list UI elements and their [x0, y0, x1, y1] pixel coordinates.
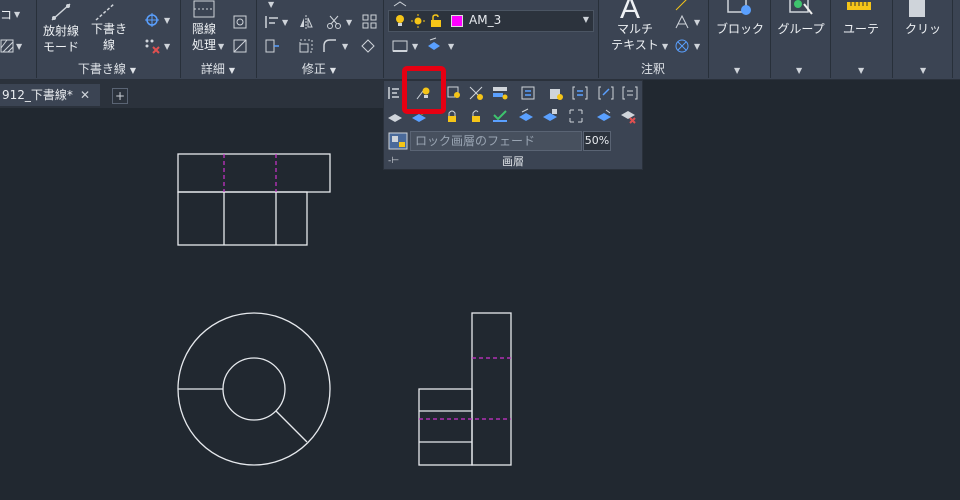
stretch-icon[interactable] [264, 38, 280, 54]
chevron-down-icon: ▼ [329, 66, 337, 75]
chevron-down-icon[interactable]: ▼ [346, 18, 352, 27]
current-layer-name: AM_3 [469, 13, 502, 27]
chevron-down-icon[interactable]: ▼ [412, 42, 418, 51]
detail-view-icon[interactable] [232, 14, 248, 30]
trim-icon[interactable] [326, 14, 342, 30]
leader-icon[interactable] [674, 0, 690, 12]
layer-tool-icon[interactable] [392, 0, 408, 10]
clipboard-icon [909, 0, 925, 17]
delete-points-icon[interactable] [144, 38, 160, 54]
layer-color-swatch [451, 15, 463, 27]
document-tab-label: 912_下書線* [2, 88, 73, 102]
chevron-down-icon[interactable]: ▼ [164, 42, 170, 51]
layer-dropdown[interactable]: AM_3 ▼ [388, 10, 594, 32]
chevron-down-icon[interactable]: ▼ [282, 18, 288, 27]
hidden-lines [223, 154, 511, 420]
multi-label: マルチ [616, 22, 653, 36]
chevron-down-icon[interactable]: ▼ [268, 0, 274, 9]
snowflake-icon[interactable] [144, 12, 160, 28]
lightbulb-icon [396, 15, 404, 26]
section-view-icon[interactable] [232, 38, 248, 54]
drawing-canvas[interactable] [0, 108, 960, 500]
draft-line-icon [95, 3, 115, 21]
radial-line-icon [51, 3, 71, 21]
layer-change-icon[interactable] [598, 85, 614, 101]
annotation-panel-title: 注釈 [598, 60, 708, 78]
layer-states-icon[interactable] [492, 85, 508, 101]
align-icon[interactable] [264, 14, 280, 30]
document-tab[interactable]: 912_下書線* ✕ [0, 84, 100, 106]
draft-label-line2: 線 [102, 38, 115, 52]
unlock-icon [431, 14, 441, 27]
new-tab-button[interactable]: + [112, 88, 128, 104]
block-button[interactable]: ブロック [712, 22, 768, 37]
balloon-icon[interactable] [674, 38, 690, 54]
block-icon [727, 0, 751, 15]
chevron-down-icon: ▼ [582, 15, 589, 24]
sun-icon [411, 14, 425, 28]
close-icon[interactable]: ✕ [80, 84, 90, 106]
top-view-lower [177, 191, 308, 246]
layer-match-icon[interactable] [426, 36, 442, 52]
annotation-panel-label: 注釈 [640, 62, 665, 76]
layer-delete-icon[interactable] [622, 85, 638, 101]
array-icon[interactable] [362, 14, 378, 30]
chevron-down-icon[interactable]: ▼ [858, 66, 864, 75]
fillet-icon[interactable] [322, 38, 338, 54]
hidden-line-label: 隠線 [191, 22, 216, 36]
highlight-box [402, 66, 446, 114]
layer-isolate-icon[interactable] [387, 85, 403, 101]
modify-panel-title[interactable]: 修正 ▼ [256, 60, 382, 78]
side-view-base [418, 388, 473, 466]
layer-off-icon[interactable] [446, 85, 462, 101]
explode-icon[interactable] [360, 38, 376, 54]
ribbon: コ ▼ ▼ 放射線 モード 下書き 線 ▼ ▼ 下書き線 ▼ 隠線 処理 ▼ 詳細… [0, 0, 960, 80]
chevron-down-icon[interactable]: ▼ [16, 42, 22, 51]
draft-panel-title[interactable]: 下書き線 ▼ [36, 60, 178, 78]
chevron-down-icon[interactable]: ▼ [218, 42, 224, 51]
top-view-outline [177, 153, 331, 193]
mode-label: モード [42, 40, 79, 54]
detail-panel-title[interactable]: 詳細 ▼ [180, 60, 256, 78]
chevron-down-icon[interactable]: ▼ [694, 18, 700, 27]
draft-label-line1: 下書き [90, 22, 127, 36]
detail-panel-label: 詳細 [200, 62, 225, 76]
group-icon [789, 0, 813, 15]
chevron-down-icon: ▼ [129, 66, 137, 75]
text-label: テキスト [611, 38, 659, 52]
front-view-inner-circle [222, 357, 286, 421]
draft-panel-label: 下書き線 [77, 62, 126, 76]
group-button[interactable]: グループ [772, 22, 830, 37]
chevron-down-icon[interactable]: ▼ [448, 42, 454, 51]
clipped-panel-label: コ [0, 8, 13, 22]
layer-previous-icon[interactable] [572, 85, 588, 101]
measure-icon [847, 2, 871, 10]
radial-line-label: 放射線 [42, 24, 79, 38]
chevron-down-icon[interactable]: ▼ [14, 10, 20, 19]
clipboard-button[interactable]: クリッ [894, 22, 952, 37]
layer-properties-icon[interactable] [392, 38, 408, 54]
chevron-down-icon[interactable]: ▼ [734, 66, 740, 75]
layer-copy-icon[interactable] [548, 85, 564, 101]
scale-icon[interactable] [298, 38, 314, 54]
hidden-line-icon [193, 0, 215, 18]
chevron-down-icon[interactable]: ▼ [342, 42, 348, 51]
side-view-upright [471, 312, 512, 466]
utility-button[interactable]: ユーテ [832, 22, 890, 37]
text-style-icon[interactable] [674, 14, 690, 30]
chevron-down-icon[interactable]: ▼ [694, 42, 700, 51]
layer-merge-icon[interactable] [520, 85, 536, 101]
chevron-down-icon[interactable]: ▼ [662, 42, 668, 51]
chevron-down-icon[interactable]: ▼ [796, 66, 802, 75]
layer-walk-icon[interactable] [468, 85, 484, 101]
chevron-down-icon[interactable]: ▼ [920, 66, 926, 75]
hatch-icon[interactable] [0, 38, 16, 54]
chevron-down-icon: ▼ [228, 66, 236, 75]
mirror-icon[interactable] [298, 14, 314, 30]
modify-panel-label: 修正 [301, 62, 326, 76]
chevron-down-icon[interactable]: ▼ [164, 16, 170, 25]
